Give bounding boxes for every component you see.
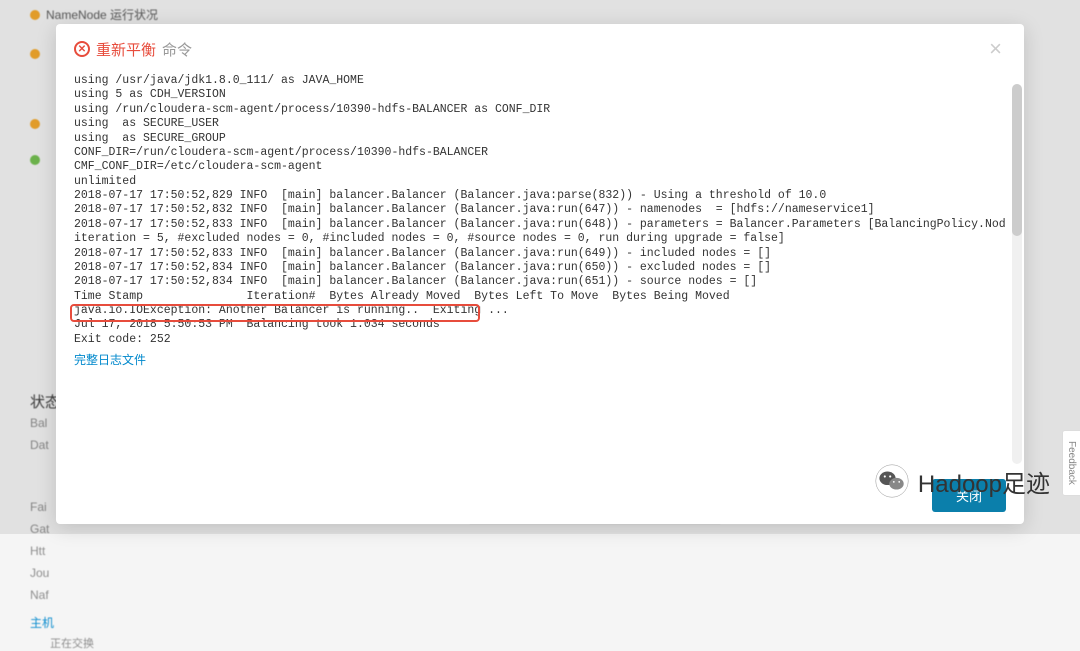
modal-subtitle: 命令 xyxy=(162,39,192,60)
bg-row: Htt xyxy=(30,540,430,562)
log-output: using /usr/java/jdk1.8.0_111/ as JAVA_HO… xyxy=(74,74,1006,347)
modal-body: using /usr/java/jdk1.8.0_111/ as JAVA_HO… xyxy=(56,74,1024,467)
host-link[interactable]: 主机 xyxy=(30,610,430,635)
bg-row: Naf xyxy=(30,584,430,606)
bg-row: Jou xyxy=(30,562,430,584)
watermark-text: Hadoop足迹 xyxy=(918,464,1050,499)
scrollbar-thumb[interactable] xyxy=(1012,84,1022,236)
watermark: Hadoop足迹 xyxy=(874,463,1050,499)
rebalance-modal: ✕ 重新平衡 命令 × using /usr/java/jdk1.8.0_111… xyxy=(56,24,1024,524)
wechat-icon xyxy=(874,463,910,499)
error-icon: ✕ xyxy=(74,41,90,57)
exchange-label: 正在交换 xyxy=(50,638,94,650)
modal-overlay: ✕ 重新平衡 命令 × using /usr/java/jdk1.8.0_111… xyxy=(0,0,1080,534)
feedback-tab[interactable]: Feedback xyxy=(1062,430,1080,496)
scrollbar[interactable] xyxy=(1012,84,1022,464)
close-icon[interactable]: × xyxy=(985,36,1006,62)
full-log-link[interactable]: 完整日志文件 xyxy=(74,351,146,368)
modal-title: 重新平衡 xyxy=(96,39,156,60)
modal-header: ✕ 重新平衡 命令 × xyxy=(56,24,1024,74)
